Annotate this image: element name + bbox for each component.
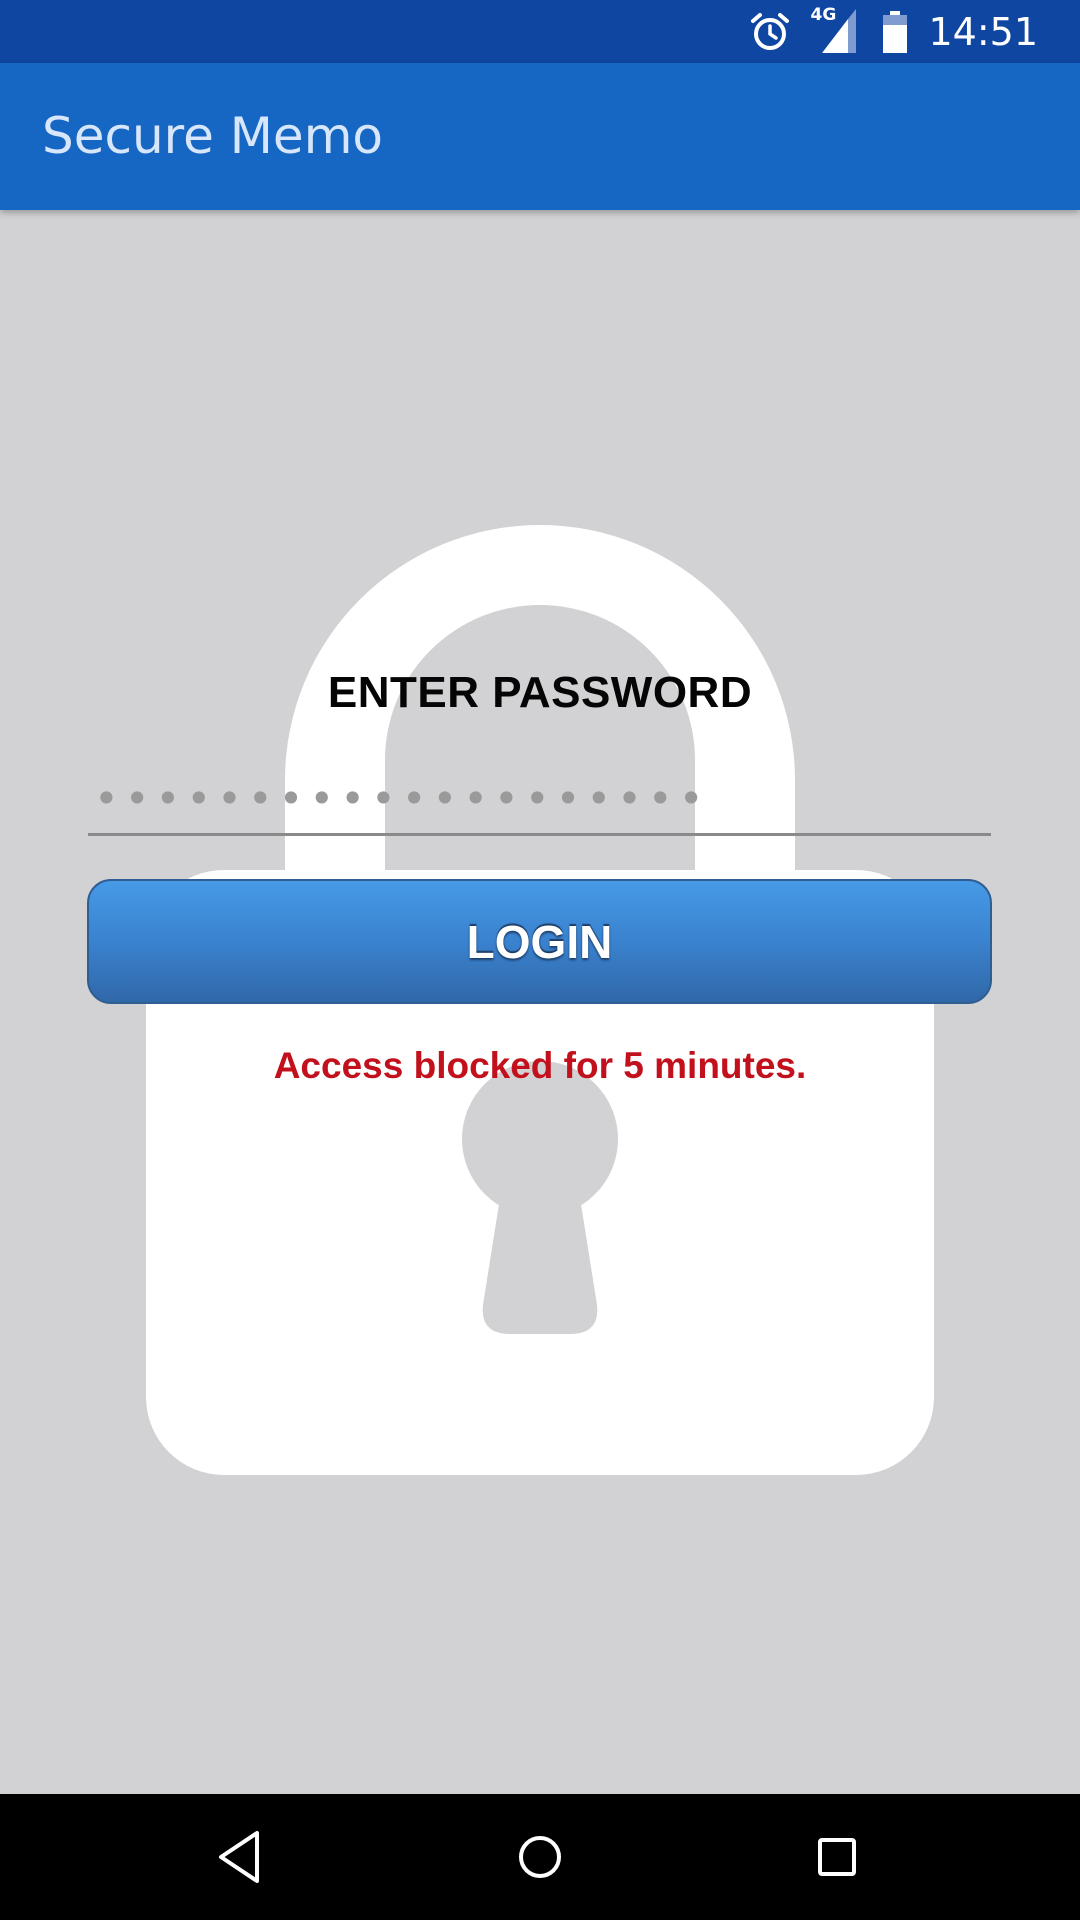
login-button-label: LOGIN xyxy=(466,915,613,968)
enter-password-heading: ENTER PASSWORD xyxy=(327,668,753,717)
battery-icon xyxy=(882,10,908,53)
status-bar: 4G 14:51 xyxy=(0,0,1080,63)
password-input[interactable]: •••••••••••••••••••• xyxy=(88,770,991,836)
status-time: 14:51 xyxy=(928,9,1038,54)
signal-icon: 4G xyxy=(810,5,862,57)
recents-icon[interactable] xyxy=(801,1821,873,1893)
access-blocked-message: Access blocked for 5 minutes. xyxy=(273,1045,807,1086)
password-value: •••••••••••••••••••• xyxy=(94,774,710,823)
navigation-bar xyxy=(0,1794,1080,1920)
login-button[interactable]: LOGIN xyxy=(87,879,992,1004)
back-icon[interactable] xyxy=(205,1821,277,1893)
app-title: Secure Memo xyxy=(42,107,383,165)
home-icon[interactable] xyxy=(504,1821,576,1893)
alarm-icon xyxy=(750,12,790,52)
app-bar: Secure Memo xyxy=(0,63,1080,210)
